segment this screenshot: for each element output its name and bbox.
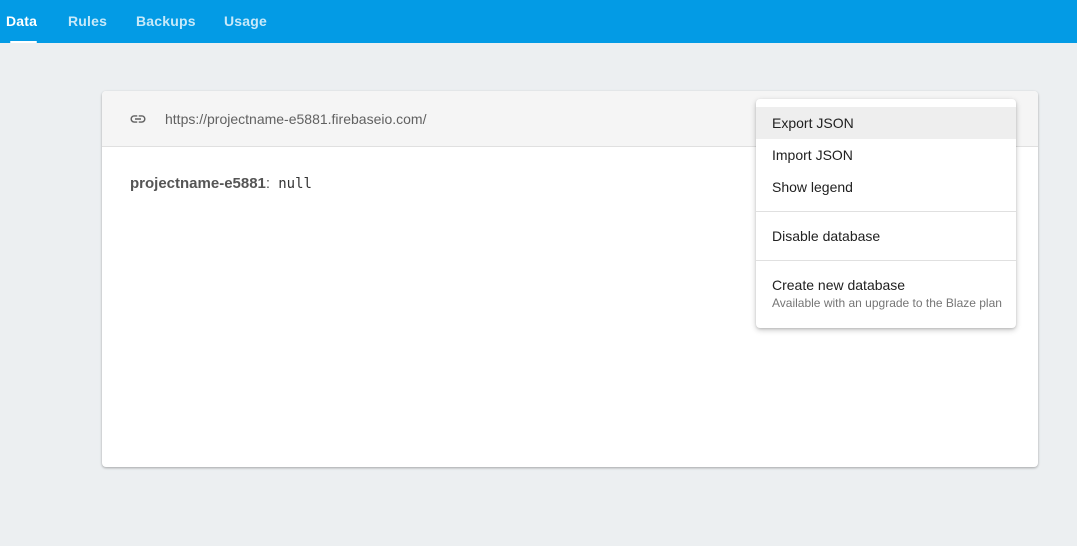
tab-data-label: Data [6, 13, 38, 29]
tab-usage-label: Usage [224, 13, 268, 29]
tab-data[interactable]: Data [6, 0, 38, 43]
root-node-value[interactable]: null [278, 176, 312, 192]
menu-item-create-new-database[interactable]: Create new database Available with an up… [756, 269, 1016, 319]
active-tab-indicator [10, 41, 38, 43]
tab-backups[interactable]: Backups [136, 0, 196, 43]
menu-item-disable-database-label: Disable database [772, 228, 881, 244]
top-tab-bar: Data Rules Backups Usage [0, 0, 1077, 43]
link-icon [130, 115, 146, 123]
menu-divider [756, 260, 1016, 261]
menu-item-create-new-database-label: Create new database [772, 277, 906, 293]
menu-item-disable-database[interactable]: Disable database [756, 220, 1016, 252]
database-url[interactable]: https://projectname-e5881.firebaseio.com… [165, 91, 426, 147]
menu-item-import-json[interactable]: Import JSON [756, 139, 1016, 171]
root-node-separator: : [265, 175, 271, 192]
menu-item-show-legend[interactable]: Show legend [756, 171, 1016, 203]
tab-rules-label: Rules [68, 13, 108, 29]
menu-divider [756, 211, 1016, 212]
menu-item-export-json[interactable]: Export JSON [756, 107, 1016, 139]
database-options-menu: Export JSON Import JSON Show legend Disa… [756, 99, 1016, 328]
menu-item-export-json-label: Export JSON [772, 115, 854, 131]
tab-rules[interactable]: Rules [68, 0, 107, 43]
root-node-key: projectname-e5881 [130, 175, 266, 192]
database-root-node[interactable]: projectname-e5881: null [130, 175, 312, 192]
menu-item-show-legend-label: Show legend [772, 179, 853, 195]
tab-usage[interactable]: Usage [224, 0, 267, 43]
menu-item-create-new-database-sublabel: Available with an upgrade to the Blaze p… [772, 296, 1002, 310]
menu-item-import-json-label: Import JSON [772, 147, 853, 163]
tab-backups-label: Backups [136, 13, 196, 29]
